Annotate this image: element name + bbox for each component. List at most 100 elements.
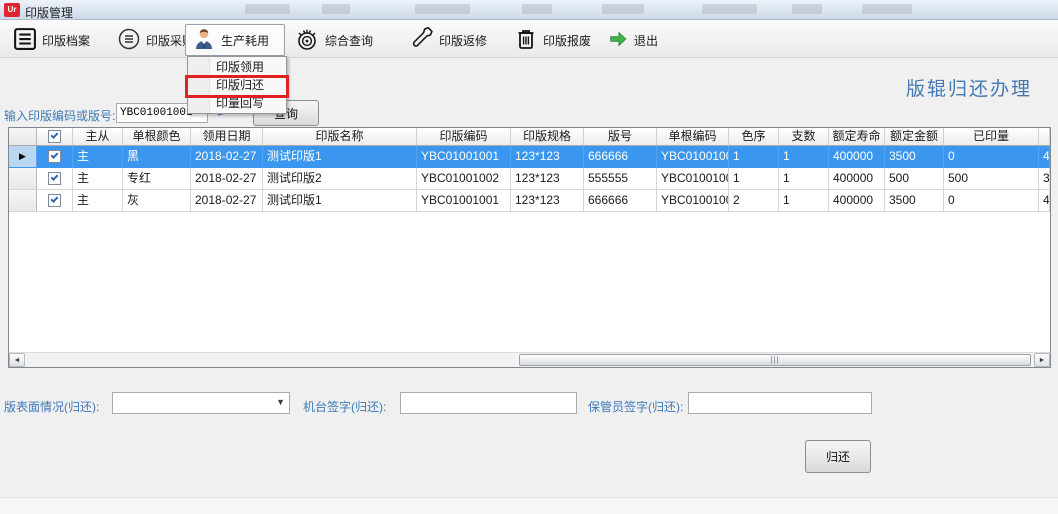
table-cell[interactable]: YBC01001001-1 [657, 146, 729, 168]
checkbox[interactable] [48, 194, 61, 207]
toolbar-label: 生产耗用 [221, 32, 269, 49]
table-cell[interactable]: 灰 [123, 190, 191, 212]
table-cell[interactable]: 1 [729, 146, 779, 168]
toolbar-button-exit[interactable]: 退出 [600, 24, 665, 56]
toolbar-button-plate-scrap[interactable]: 印版报废 [507, 24, 598, 56]
column-header[interactable]: 印版编码 [417, 128, 511, 146]
row-checkbox-cell[interactable] [37, 146, 73, 168]
table-cell[interactable]: 555555 [584, 168, 657, 190]
column-header[interactable]: 额定寿命 [829, 128, 885, 146]
current-row-arrow-icon: ▶ [9, 146, 36, 167]
column-header[interactable]: 印版规格 [511, 128, 584, 146]
table-cell[interactable]: 1 [729, 168, 779, 190]
table-cell[interactable]: 测试印版1 [263, 190, 417, 212]
table-cell[interactable]: 2018-02-27 [191, 168, 263, 190]
table-cell[interactable]: 0 [944, 190, 1039, 212]
table-cell[interactable]: 1 [779, 168, 829, 190]
column-header[interactable]: 单根颜色 [123, 128, 191, 146]
keeper-signature-input[interactable] [688, 392, 872, 414]
table-cell[interactable]: 主 [73, 190, 123, 212]
column-header[interactable]: 印版名称 [263, 128, 417, 146]
return-button[interactable]: 归还 [805, 440, 871, 473]
table-cell[interactable]: 2018-02-27 [191, 146, 263, 168]
background-artifact [602, 4, 644, 14]
table-cell[interactable]: 123*123 [511, 146, 584, 168]
checkbox[interactable] [48, 172, 61, 185]
chevron-down-icon: ▼ [276, 397, 285, 407]
column-header[interactable]: 领用日期 [191, 128, 263, 146]
select-all-header-cell[interactable] [37, 128, 73, 146]
table-cell[interactable]: 主 [73, 168, 123, 190]
background-artifact [792, 4, 822, 14]
table-cell[interactable]: 400000 [829, 168, 885, 190]
toolbar-button-comprehensive-query[interactable]: 综合查询 [287, 24, 380, 56]
row-selector[interactable] [9, 168, 37, 190]
check-mark-icon [51, 173, 59, 181]
checkbox[interactable] [48, 150, 61, 163]
scrollbar-thumb[interactable]: ||| [519, 354, 1031, 366]
row-checkbox-cell[interactable] [37, 168, 73, 190]
table-cell[interactable]: 123*123 [511, 190, 584, 212]
column-header[interactable]: 版号 [584, 128, 657, 146]
table-cell[interactable]: 1 [779, 190, 829, 212]
table-cell[interactable]: YBC01001002-1 [657, 168, 729, 190]
table-cell[interactable]: 测试印版2 [263, 168, 417, 190]
keeper-signature-label: 保管员签字(归还): [588, 398, 683, 415]
table-cell[interactable]: 666666 [584, 146, 657, 168]
table-cell[interactable]: 主 [73, 146, 123, 168]
table-cell[interactable]: 黑 [123, 146, 191, 168]
table-cell[interactable]: 0 [944, 146, 1039, 168]
table-cell[interactable]: 2018-02-27 [191, 190, 263, 212]
table-cell[interactable]: 1 [779, 146, 829, 168]
table-cell[interactable]: 3500 [885, 146, 944, 168]
surface-condition-select[interactable]: ▼ [112, 392, 290, 414]
scroll-right-button[interactable]: ► [1034, 353, 1050, 367]
table-cell[interactable]: 123*123 [511, 168, 584, 190]
row-selector[interactable] [9, 190, 37, 212]
column-header[interactable]: 单根编码 [657, 128, 729, 146]
toolbar-button-plate-archive[interactable]: 印版档案 [5, 24, 97, 56]
column-header[interactable]: 额定金额 [885, 128, 944, 146]
table-cell[interactable]: YBC01001001 [417, 190, 511, 212]
table-cell[interactable]: 666666 [584, 190, 657, 212]
table-cell[interactable]: YBC01001002 [417, 168, 511, 190]
table-cell[interactable]: 500 [885, 168, 944, 190]
column-header[interactable]: 主从 [73, 128, 123, 146]
table-cell[interactable]: YBC01001001-2 [657, 190, 729, 212]
toolbar-button-plate-repair[interactable]: 印版返修 [402, 24, 494, 56]
table-cell[interactable]: YBC01001001 [417, 146, 511, 168]
table-cell[interactable]: 2 [729, 190, 779, 212]
titlebar: Ur 印版管理 [0, 0, 1058, 20]
table-cell[interactable]: 3500 [885, 190, 944, 212]
archive-list-icon [12, 26, 37, 54]
column-header[interactable]: 支数 [779, 128, 829, 146]
background-artifact [522, 4, 552, 14]
search-label: 输入印版编码或版号: [4, 107, 115, 124]
table-cell[interactable]: 500 [944, 168, 1039, 190]
check-mark-icon [51, 195, 59, 203]
table-cell[interactable]: 3 [1039, 168, 1050, 190]
checkbox[interactable] [48, 130, 61, 143]
background-artifact [245, 4, 290, 14]
column-header[interactable] [1039, 128, 1050, 146]
table-cell[interactable]: 测试印版1 [263, 146, 417, 168]
column-header[interactable]: 已印量 [944, 128, 1039, 146]
check-mark-icon [51, 131, 59, 139]
table-cell[interactable]: 400000 [829, 146, 885, 168]
annotation-highlight-box [185, 75, 289, 98]
scroll-left-button[interactable]: ◄ [9, 353, 25, 367]
column-header[interactable]: 色序 [729, 128, 779, 146]
query-eye-icon [294, 26, 320, 55]
toolbar-button-production-consumption[interactable]: 生产耗用 [185, 24, 285, 56]
table-cell[interactable]: 400000 [829, 190, 885, 212]
table-cell[interactable]: 4 [1039, 146, 1050, 168]
horizontal-scrollbar[interactable]: ◄ ||| ► [9, 352, 1050, 367]
menu-item-plate-checkout[interactable]: 印版领用 [188, 58, 286, 76]
table-cell[interactable]: 专红 [123, 168, 191, 190]
background-artifact [322, 4, 350, 14]
table-cell[interactable]: 4 [1039, 190, 1050, 212]
scrap-trash-icon [514, 26, 538, 54]
row-checkbox-cell[interactable] [37, 190, 73, 212]
row-selector[interactable]: ▶ [9, 146, 37, 168]
machine-signature-input[interactable] [400, 392, 577, 414]
